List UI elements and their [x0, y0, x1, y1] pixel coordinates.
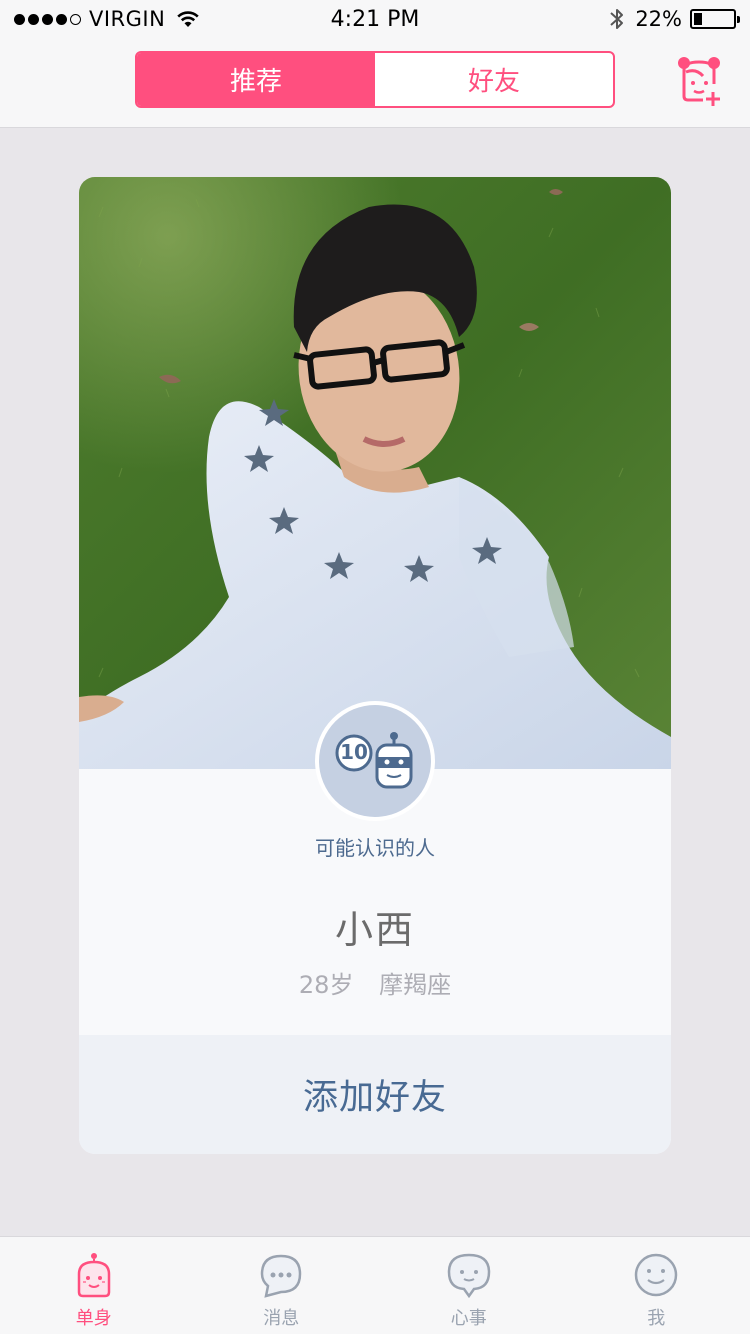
tab-thoughts[interactable]: 心事	[375, 1237, 563, 1334]
user-zodiac: 摩羯座	[379, 971, 452, 999]
battery-icon	[690, 9, 740, 29]
battery-percent: 22%	[635, 7, 682, 31]
tab-single-label: 单身	[75, 1308, 112, 1329]
thoughts-icon	[447, 1253, 491, 1298]
segmented-control: 推荐 好友	[135, 51, 615, 108]
tab-messages-label: 消息	[263, 1308, 300, 1329]
tab-me[interactable]: 我	[563, 1237, 750, 1334]
single-icon	[77, 1253, 110, 1298]
bluetooth-icon	[610, 9, 624, 29]
segment-recommend[interactable]: 推荐	[137, 53, 375, 106]
message-icon	[260, 1254, 302, 1298]
add-friend-icon	[678, 57, 720, 106]
user-meta: 28岁 摩羯座	[79, 965, 671, 1000]
add-friend-button[interactable]	[676, 54, 724, 108]
profile-card: 10 可能认识的人 小西 28岁 摩羯座 添加好友	[79, 177, 671, 1154]
user-name: 小西	[334, 908, 415, 952]
tab-bar: 单身 消息 心事 我	[0, 1236, 750, 1334]
tab-single[interactable]: 单身	[0, 1237, 188, 1334]
mutual-friends-badge: 10	[315, 701, 435, 821]
tab-thoughts-label: 心事	[450, 1308, 487, 1329]
segment-friends[interactable]: 好友	[375, 53, 613, 106]
status-bar: VIRGIN 4:21 PM 22%	[0, 0, 750, 40]
nav-bar: 推荐 好友	[0, 40, 750, 128]
tab-messages[interactable]: 消息	[188, 1237, 376, 1334]
profile-photo[interactable]	[79, 177, 671, 769]
status-right: 22%	[609, 7, 740, 31]
profile-photo-image	[79, 177, 671, 769]
battery-fill	[694, 13, 702, 25]
badge-number: 10	[340, 740, 368, 764]
add-friend-card-button[interactable]: 添加好友	[79, 1035, 671, 1154]
hint-text: 可能认识的人	[315, 836, 435, 860]
me-icon	[635, 1253, 678, 1297]
tab-me-label: 我	[647, 1308, 666, 1329]
badge-inner: 10	[319, 705, 431, 817]
robot-icon	[335, 732, 413, 789]
user-age: 28岁	[298, 971, 354, 999]
